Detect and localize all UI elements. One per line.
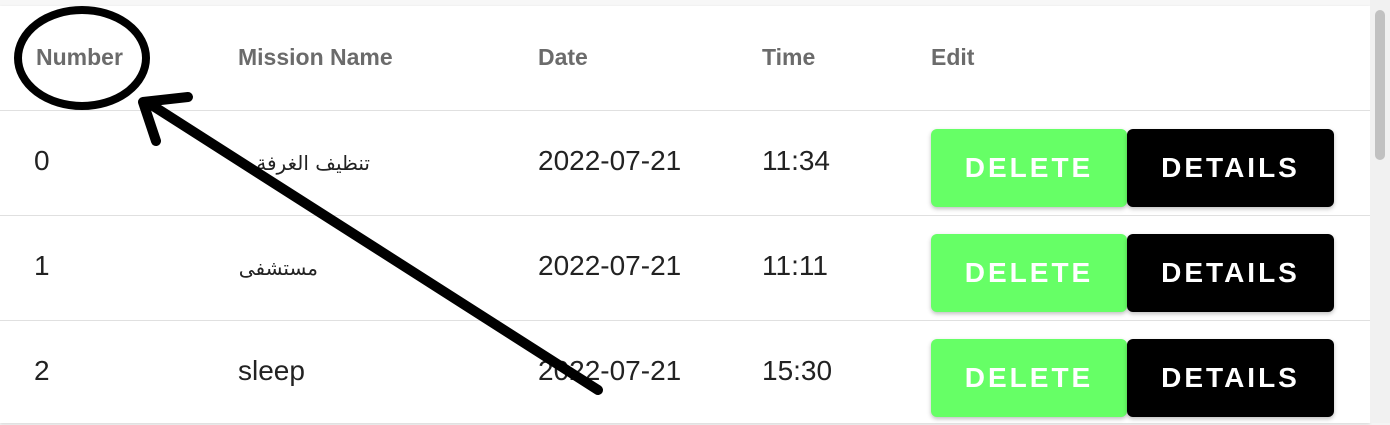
table-row: 0 تنظيف الغرفة 2022-07-21 11:34 DELETE D… <box>0 111 1370 216</box>
delete-button[interactable]: DELETE <box>931 339 1127 417</box>
row-date: 2022-07-21 <box>538 145 682 176</box>
header-number[interactable]: Number <box>36 44 123 71</box>
row-number: 1 <box>34 250 50 281</box>
header-date[interactable]: Date <box>538 44 588 71</box>
table-row: 1 مستشفى 2022-07-21 11:11 DELETE DETAILS <box>0 216 1370 321</box>
scrollbar-thumb[interactable] <box>1375 10 1385 160</box>
details-button[interactable]: DETAILS <box>1127 339 1334 417</box>
row-mission-name: مستشفى <box>238 256 318 280</box>
table-header-row: Number Mission Name Date Time Edit <box>0 6 1370 111</box>
row-time: 15:30 <box>762 355 833 386</box>
row-mission-name: sleep <box>238 355 305 386</box>
details-button[interactable]: DETAILS <box>1127 129 1334 207</box>
row-number: 2 <box>34 355 50 386</box>
row-time: 11:11 <box>762 250 828 281</box>
vertical-scrollbar[interactable] <box>1370 0 1390 423</box>
table-row: 2 sleep 2022-07-21 15:30 DELETE DETAILS <box>0 321 1370 425</box>
details-button[interactable]: DETAILS <box>1127 234 1334 312</box>
row-time: 11:34 <box>762 145 830 176</box>
row-number: 0 <box>34 145 50 176</box>
delete-button[interactable]: DELETE <box>931 234 1127 312</box>
header-time[interactable]: Time <box>762 44 815 71</box>
header-mission-name[interactable]: Mission Name <box>238 44 393 71</box>
row-date: 2022-07-21 <box>538 355 682 386</box>
delete-button[interactable]: DELETE <box>931 129 1127 207</box>
row-date: 2022-07-21 <box>538 250 682 281</box>
row-mission-name: تنظيف الغرفة <box>256 151 370 175</box>
header-edit: Edit <box>931 44 975 70</box>
